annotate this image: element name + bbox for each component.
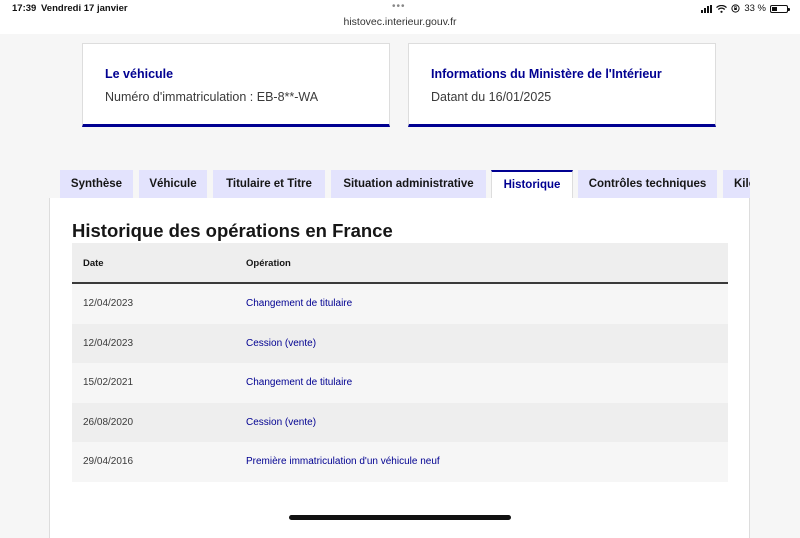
battery-percent: 33 % [744,3,766,14]
table-row: 29/04/2016 Première immatriculation d'un… [72,442,728,482]
ministry-info-card: Informations du Ministère de l'Intérieur… [408,43,716,127]
table-row: 15/02/2021 Changement de titulaire [72,363,728,403]
table-row: 12/04/2023 Changement de titulaire [72,284,728,324]
tab-vehicule[interactable]: Véhicule [139,170,207,198]
orientation-lock-icon [731,4,740,13]
registration-number: Numéro d'immatriculation : EB-8**-WA [105,90,319,104]
clock-time: 17:39 [12,3,37,14]
vehicle-card-title: Le véhicule [105,67,174,81]
row-operation-link[interactable]: Cession (vente) [246,324,316,364]
table-row: 26/08/2020 Cession (vente) [72,402,728,443]
tab-kilometrage[interactable]: Kilométrage [723,170,750,198]
row-date: 12/04/2023 [83,298,134,309]
page-title: Historique des opérations en France [72,220,393,241]
status-icons: 33 % [701,3,790,14]
historique-panel: Historique des opérations en France Date… [49,198,750,538]
row-operation-link[interactable]: Cession (vente) [246,403,316,443]
row-date: 29/04/2016 [83,456,134,467]
battery-icon [770,4,790,13]
row-date: 26/08/2020 [83,416,134,428]
row-date: 12/04/2023 [83,337,134,349]
tab-list: Synthèse Véhicule Titulaire et Titre Sit… [60,170,750,198]
tab-synthese[interactable]: Synthèse [60,170,133,198]
row-date: 15/02/2021 [83,377,134,388]
ministry-card-title: Informations du Ministère de l'Intérieur [431,67,662,81]
browser-status-bar: 17:39 Vendredi 17 janvier ••• histovec.i… [0,0,800,34]
tab-controles-techniques[interactable]: Contrôles techniques [578,170,717,198]
address-bar-url[interactable]: histovec.interieur.gouv.fr [0,16,800,28]
row-operation-link[interactable]: Changement de titulaire [246,284,352,324]
table-header: Date Opération [72,243,728,284]
page-content: Le véhicule Numéro d'immatriculation : E… [0,34,800,538]
battery-level-fill [772,6,777,11]
row-operation-link[interactable]: Changement de titulaire [246,363,352,403]
column-header-operation: Opération [246,258,291,269]
table-row: 12/04/2023 Cession (vente) [72,323,728,364]
tab-titulaire-titre[interactable]: Titulaire et Titre [213,170,325,198]
data-date: Datant du 16/01/2025 [431,90,552,104]
row-operation-link[interactable]: Première immatriculation d'un véhicule n… [246,442,440,482]
status-date: Vendredi 17 janvier [41,3,128,14]
vehicle-card: Le véhicule Numéro d'immatriculation : E… [82,43,390,127]
wifi-icon [716,4,728,13]
table-body: 12/04/2023 Changement de titulaire 12/04… [72,284,728,482]
tab-situation-administrative[interactable]: Situation administrative [331,170,486,198]
more-dots-icon[interactable]: ••• [392,1,406,12]
home-indicator[interactable] [289,515,511,520]
cellular-signal-icon [701,4,713,13]
tab-historique[interactable]: Historique [491,170,573,198]
column-header-date: Date [83,258,104,269]
history-table: Date Opération 12/04/2023 Changement de … [72,243,728,482]
